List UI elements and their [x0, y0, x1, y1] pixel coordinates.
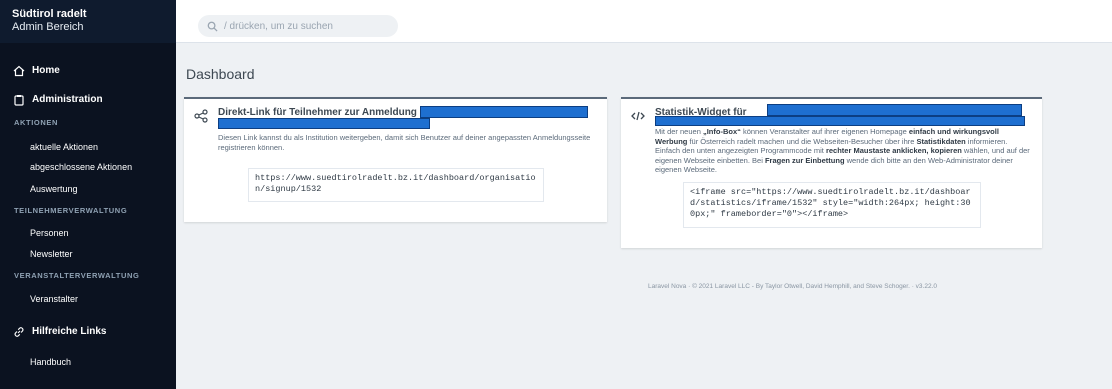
nav-hilfreiche-links-label: Hilfreiche Links [32, 326, 107, 337]
redaction-box [655, 116, 1025, 126]
nav-hilfreiche-links[interactable]: Hilfreiche Links [12, 325, 106, 338]
section-teilnehmerverwaltung: TEILNEHMERVERWALTUNG [14, 206, 128, 215]
section-veranstalterverwaltung: VERANSTALTERVERWALTUNG [14, 271, 140, 280]
search-icon [207, 21, 218, 32]
signup-link-url[interactable]: https://www.suedtirolradelt.bz.it/dashbo… [248, 168, 544, 202]
link-icon [12, 325, 25, 338]
share-icon [194, 109, 208, 123]
signup-link-title: Direkt-Link für Teilnehmer zur Anmeldung [218, 107, 417, 118]
brand-subtitle: Admin Bereich [12, 21, 84, 33]
statistics-widget-code[interactable]: <iframe src="https://www.suedtirolradelt… [683, 182, 981, 228]
section-aktionen: AKTIONEN [14, 118, 58, 127]
search-placeholder: / drücken, um zu suchen [224, 20, 333, 32]
home-icon [12, 64, 25, 77]
nav-administration-label: Administration [32, 94, 103, 105]
brand-title: Südtirol radelt [12, 8, 87, 20]
nav-auswertung[interactable]: Auswertung [30, 184, 78, 194]
search-input[interactable]: / drücken, um zu suchen [198, 15, 398, 37]
nav-home[interactable]: Home [12, 64, 60, 77]
clipboard-icon [12, 93, 25, 106]
sidebar: Südtirol radelt Admin Bereich Home Admin… [0, 0, 176, 389]
topbar: / drücken, um zu suchen [176, 0, 1112, 43]
statistics-widget-card: Statistik-Widget für Mit der neuen „Info… [621, 97, 1042, 248]
nav-handbuch[interactable]: Handbuch [30, 357, 71, 367]
signup-link-description: Diesen Link kannst du als Institution we… [218, 133, 591, 152]
nav-veranstalter[interactable]: Veranstalter [30, 294, 78, 304]
code-icon [631, 109, 645, 123]
footer: Laravel Nova · © 2021 Laravel LLC - By T… [648, 283, 938, 290]
page-title: Dashboard [186, 66, 255, 82]
nav-newsletter[interactable]: Newsletter [30, 249, 73, 259]
nav-aktuelle-aktionen[interactable]: aktuelle Aktionen [30, 142, 98, 152]
nav-administration[interactable]: Administration [12, 93, 103, 106]
statistics-widget-description: Mit der neuen „Info-Box“ können Veransta… [655, 127, 1030, 174]
brand[interactable]: Südtirol radelt Admin Bereich [0, 0, 176, 43]
redaction-box [218, 118, 430, 129]
nav-abgeschlossene-aktionen[interactable]: abgeschlossene Aktionen [30, 162, 132, 172]
nav-home-label: Home [32, 65, 60, 76]
signup-link-card: Direkt-Link für Teilnehmer zur Anmeldung… [184, 97, 607, 222]
redaction-box [420, 106, 588, 118]
nav-personen[interactable]: Personen [30, 228, 69, 238]
redaction-box [767, 104, 1022, 116]
